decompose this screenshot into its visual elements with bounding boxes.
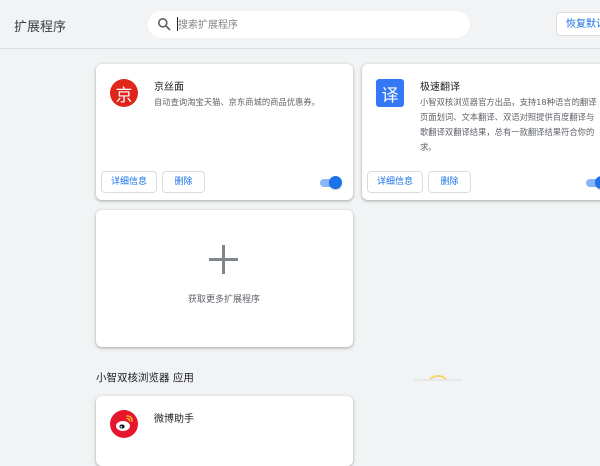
search-icon [158, 18, 171, 31]
extension-description: 小智双核浏览器官方出品，支持18种语言的翻译 页面划词、文本翻译、双语对照提供百… [420, 97, 597, 152]
extension-name: 京丝面 [154, 82, 184, 93]
app-card-weibo: 微博助手 [96, 396, 353, 466]
weibo-logo-icon [110, 410, 138, 438]
app-name: 微博助手 [154, 414, 194, 425]
restore-defaults-button[interactable]: 恢复默认 [556, 12, 600, 36]
search-input[interactable] [176, 15, 460, 35]
search-box[interactable] [148, 11, 470, 38]
loading-indicator [414, 375, 462, 381]
extension-description: 自动查询淘宝天猫、京东商城的商品优惠券。 [154, 97, 320, 107]
top-bar: 扩展程序 恢复默认 [0, 0, 600, 49]
get-more-extensions-card[interactable]: 获取更多扩展程序 [96, 210, 353, 347]
apps-section-title: 小智双核浏览器 应用 [96, 372, 194, 384]
extension-card-jingsimian: 京 京丝面 自动查询淘宝天猫、京东商城的商品优惠券。 详细信息 删除 [96, 64, 353, 200]
extension-name: 极速翻译 [420, 82, 460, 93]
page-title: 扩展程序 [14, 20, 67, 35]
extension-card-translate: 译 极速翻译 小智双核浏览器官方出品，支持18种语言的翻译 页面划词、文本翻译、… [362, 64, 600, 200]
get-more-label: 获取更多扩展程序 [187, 295, 260, 305]
jd-logo-icon: 京 [110, 79, 138, 107]
plus-icon-bar [209, 258, 238, 261]
enable-toggle[interactable] [320, 176, 342, 189]
details-button[interactable]: 详细信息 [367, 171, 423, 193]
remove-button[interactable]: 删除 [162, 171, 205, 193]
enable-toggle[interactable] [586, 176, 600, 189]
details-button[interactable]: 详细信息 [101, 171, 157, 193]
remove-button[interactable]: 删除 [428, 171, 471, 193]
translate-logo-icon: 译 [376, 79, 404, 107]
